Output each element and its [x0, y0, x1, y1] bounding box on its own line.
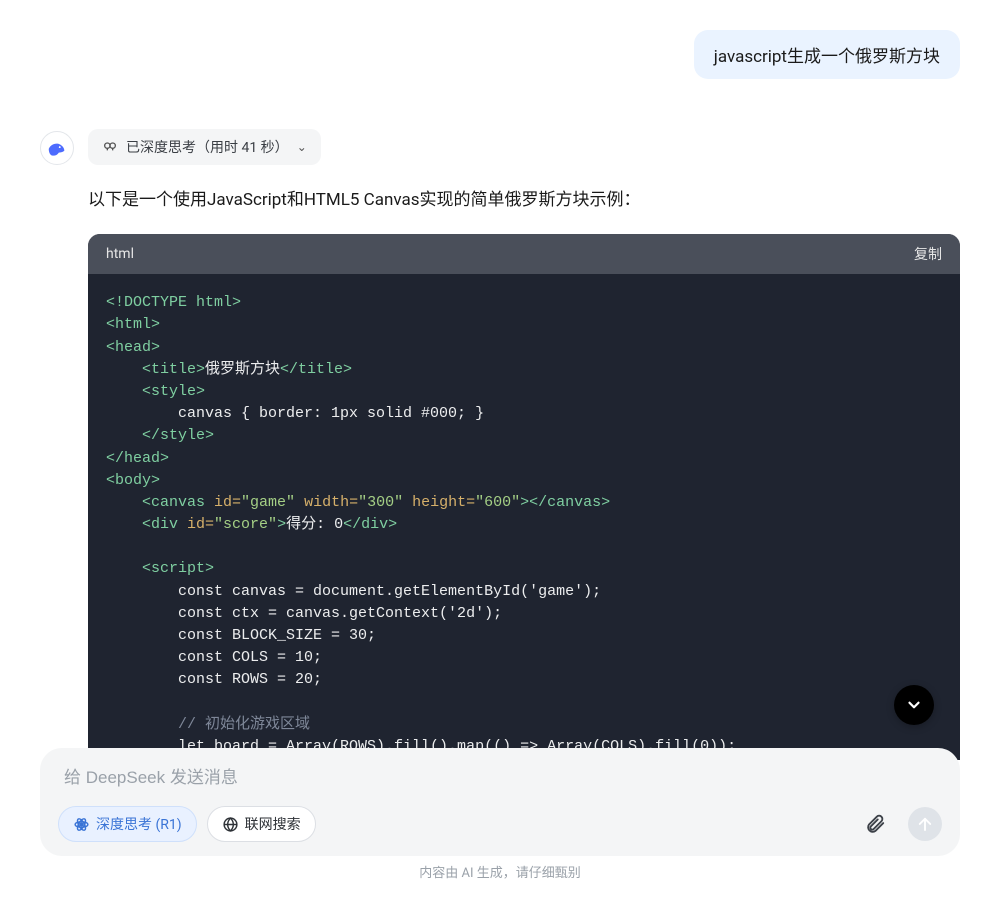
message-input[interactable] [58, 764, 942, 806]
copy-button[interactable]: 复制 [914, 244, 942, 264]
brain-icon [102, 139, 118, 155]
web-search-chip[interactable]: 联网搜索 [207, 806, 316, 842]
web-search-chip-label: 联网搜索 [245, 814, 301, 834]
scroll-to-bottom-button[interactable] [894, 685, 934, 725]
user-message-text: javascript生成一个俄罗斯方块 [714, 47, 940, 67]
assistant-avatar [40, 131, 74, 165]
assistant-row: 已深度思考（用时 41 秒） ⌄ 以下是一个使用JavaScript和HTML5… [40, 129, 960, 760]
chevron-down-icon: ⌄ [297, 140, 307, 154]
user-message-row: javascript生成一个俄罗斯方块 [40, 30, 960, 79]
deep-think-chip[interactable]: 深度思考 (R1) [58, 806, 197, 842]
composer: 深度思考 (R1) 联网搜索 [40, 748, 960, 856]
thinking-chip[interactable]: 已深度思考（用时 41 秒） ⌄ [88, 129, 321, 165]
whale-icon [46, 137, 68, 159]
composer-wrap: 深度思考 (R1) 联网搜索 [40, 748, 960, 881]
assistant-intro-text: 以下是一个使用JavaScript和HTML5 Canvas实现的简单俄罗斯方块… [88, 187, 960, 214]
paperclip-icon [864, 813, 886, 835]
composer-chips: 深度思考 (R1) 联网搜索 [58, 806, 316, 842]
composer-actions [858, 807, 942, 841]
user-message-bubble: javascript生成一个俄罗斯方块 [694, 30, 960, 79]
deep-think-chip-label: 深度思考 (R1) [96, 814, 182, 834]
code-header: html 复制 [88, 234, 960, 274]
code-body[interactable]: <!DOCTYPE html> <html> <head> <title>俄罗斯… [88, 274, 960, 760]
code-lang-label: html [106, 246, 134, 262]
thinking-chip-label: 已深度思考（用时 41 秒） [126, 137, 289, 157]
chevron-down-icon [905, 696, 923, 714]
code-block: html 复制 <!DOCTYPE html> <html> <head> <t… [88, 234, 960, 760]
assistant-body: 已深度思考（用时 41 秒） ⌄ 以下是一个使用JavaScript和HTML5… [88, 129, 960, 760]
atom-icon [73, 816, 90, 833]
composer-bottom-row: 深度思考 (R1) 联网搜索 [58, 806, 942, 842]
globe-icon [222, 816, 239, 833]
attach-button[interactable] [858, 807, 892, 841]
footer-disclaimer: 内容由 AI 生成，请仔细甄别 [40, 862, 960, 881]
chat-area: javascript生成一个俄罗斯方块 已深度思考（用时 41 秒） ⌄ 以下是… [0, 0, 1000, 760]
send-button[interactable] [908, 807, 942, 841]
arrow-up-icon [916, 815, 934, 833]
